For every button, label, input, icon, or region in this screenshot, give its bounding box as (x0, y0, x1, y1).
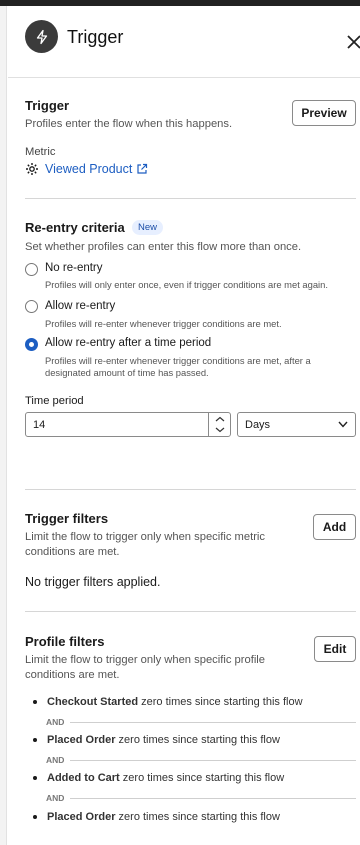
list-item: Added to Cart zero times since starting … (33, 772, 284, 784)
option-label: Allow re-entry after a time period (45, 337, 212, 349)
radio-allow-reentry[interactable] (25, 300, 38, 313)
metric-value: Viewed Product (45, 162, 133, 176)
preview-button[interactable]: Preview (292, 100, 356, 126)
and-line (70, 721, 356, 723)
and-separator: AND (46, 754, 356, 766)
trigger-filters-description: conditions are met. (25, 546, 120, 558)
profile-filters-heading: Profile filters (25, 634, 105, 649)
filter-metric-name: Placed Order (47, 811, 116, 823)
filter-condition: zero times since starting this flow (119, 772, 285, 784)
radio-allow-reentry-time-period[interactable] (25, 338, 38, 351)
list-item: Placed Order zero times since starting t… (33, 734, 280, 746)
section-divider (25, 489, 356, 490)
option-label: No re-entry (45, 262, 103, 274)
and-separator: AND (46, 792, 356, 804)
quantity-stepper[interactable] (208, 413, 230, 436)
metric-link[interactable]: Viewed Product (25, 162, 148, 176)
reentry-description: Set whether profiles can enter this flow… (25, 241, 302, 253)
option-sub: Profiles will only enter once, even if t… (45, 279, 328, 290)
bullet (33, 738, 37, 742)
list-item: Placed Order zero times since starting t… (33, 811, 280, 823)
header-divider (8, 77, 360, 78)
time-unit-value: Days (245, 418, 271, 431)
new-badge: New (132, 220, 164, 235)
radio-no-reentry[interactable] (25, 263, 38, 276)
trigger-filters-empty: No trigger filters applied. (25, 575, 161, 589)
filter-metric-name: Placed Order (47, 734, 116, 746)
trigger-filters-heading: Trigger filters (25, 511, 109, 526)
option-sub: designated amount of time has passed. (45, 367, 209, 378)
gear-icon (25, 162, 39, 176)
metric-label: Metric (25, 146, 56, 158)
and-line (70, 797, 356, 799)
top-bar (0, 0, 360, 6)
time-unit-select[interactable]: Days (237, 412, 356, 437)
edit-profile-filters-button[interactable]: Edit (314, 636, 356, 662)
panel-header: Trigger (25, 20, 360, 56)
section-divider (25, 611, 356, 612)
left-gutter (0, 6, 7, 845)
trigger-description: Profiles enter the flow when this happen… (25, 118, 233, 130)
filter-metric-name: Added to Cart (47, 772, 120, 784)
trigger-filters-description: Limit the flow to trigger only when spec… (25, 531, 266, 543)
profile-filters-description: conditions are met. (25, 669, 120, 681)
trigger-heading: Trigger (25, 98, 70, 113)
and-label: AND (46, 755, 65, 765)
time-period-value: 14 (33, 418, 46, 431)
filter-condition: zero times since starting this flow (138, 696, 303, 708)
option-label: Allow re-entry (45, 300, 116, 312)
bullet (33, 776, 37, 780)
time-period-input[interactable]: 14 (25, 412, 231, 437)
filter-condition: zero times since starting this flow (115, 734, 280, 746)
and-label: AND (46, 793, 65, 803)
and-line (70, 759, 356, 761)
filter-metric-name: Checkout Started (47, 696, 139, 708)
time-period-label: Time period (25, 395, 84, 407)
option-sub: Profiles will re-enter whenever trigger … (45, 318, 282, 329)
add-trigger-filter-button[interactable]: Add (313, 514, 356, 540)
and-label: AND (46, 717, 65, 727)
section-divider (25, 198, 356, 199)
bullet (33, 815, 37, 819)
and-separator: AND (46, 716, 356, 728)
close-icon[interactable] (346, 34, 360, 52)
list-item: Checkout Started zero times since starti… (33, 696, 303, 708)
external-link-icon (136, 163, 148, 175)
reentry-heading: Re-entry criteria (25, 220, 125, 235)
filter-condition: zero times since starting this flow (115, 811, 280, 823)
chevron-down-icon (338, 421, 348, 428)
bolt-icon (25, 20, 58, 53)
bullet (33, 700, 37, 704)
profile-filters-description: Limit the flow to trigger only when spec… (25, 654, 266, 666)
panel-title: Trigger (67, 27, 124, 47)
